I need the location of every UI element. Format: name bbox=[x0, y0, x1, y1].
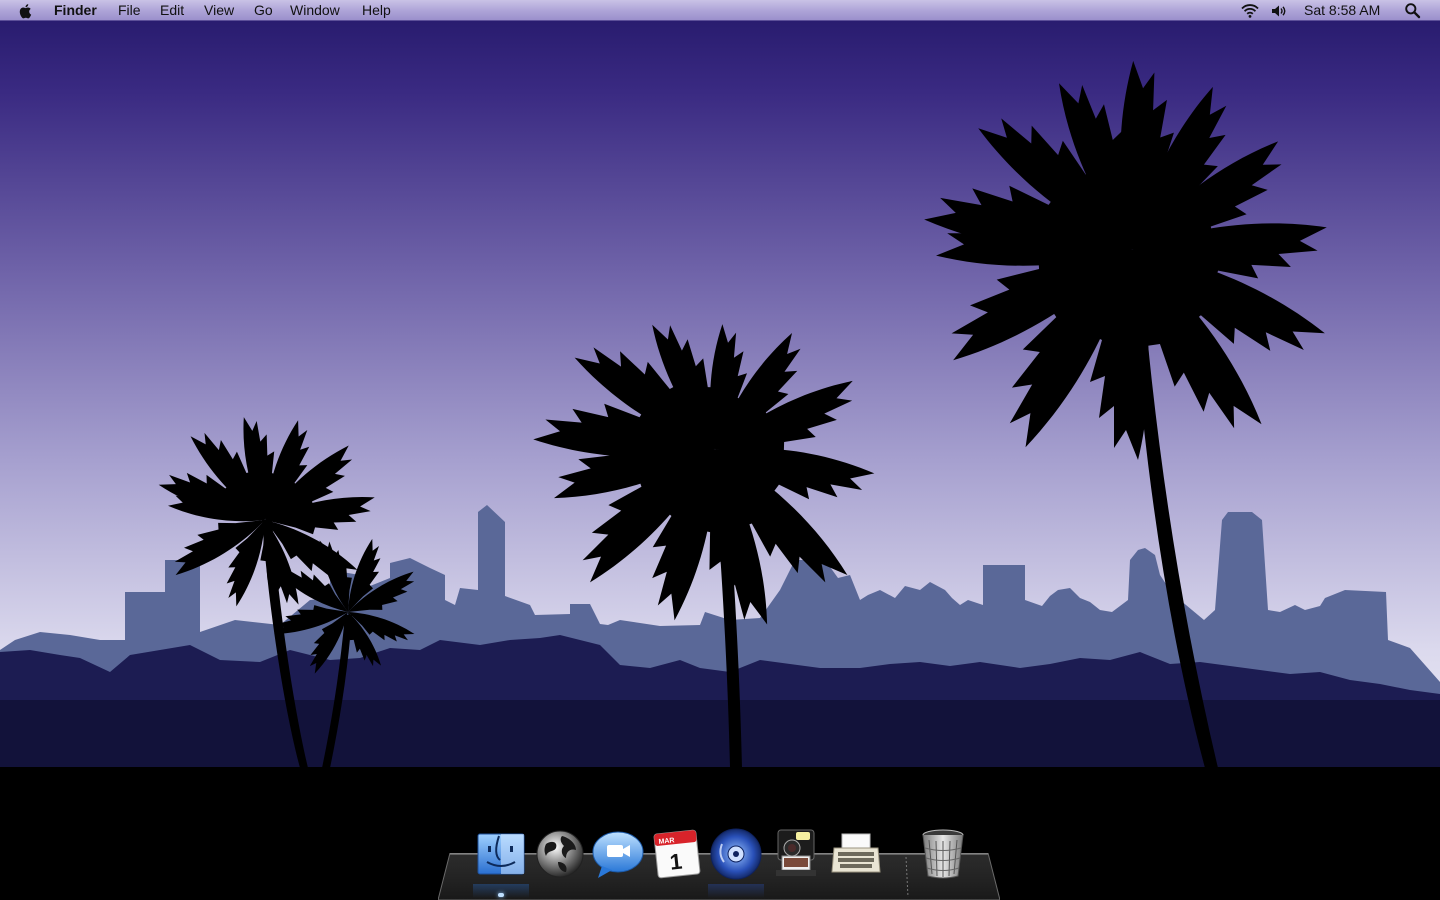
menu-edit[interactable]: Edit bbox=[160, 0, 184, 21]
dock-finder-icon[interactable] bbox=[473, 826, 529, 882]
menu-window[interactable]: Window bbox=[290, 0, 340, 21]
menu-help[interactable]: Help bbox=[362, 0, 391, 21]
menu-bar: Finder File Edit View Go Window Help Sat… bbox=[0, 0, 1440, 21]
dock-ichat-icon[interactable] bbox=[590, 826, 646, 882]
menu-go[interactable]: Go bbox=[254, 0, 273, 21]
desktop-wallpaper bbox=[0, 0, 1440, 900]
volume-icon[interactable] bbox=[1270, 3, 1288, 19]
dock-safari-globe-icon[interactable] bbox=[532, 826, 588, 882]
apple-logo-icon[interactable] bbox=[17, 2, 35, 20]
menu-app-name[interactable]: Finder bbox=[54, 0, 97, 21]
menu-file[interactable]: File bbox=[118, 0, 141, 21]
dock-photo-booth-camera-icon[interactable] bbox=[768, 826, 824, 882]
menu-view[interactable]: View bbox=[204, 0, 234, 21]
dock-textedit-typewriter-icon[interactable] bbox=[828, 826, 884, 882]
ical-day: 1 bbox=[669, 849, 684, 875]
wifi-icon[interactable] bbox=[1240, 2, 1260, 19]
spotlight-search-icon[interactable] bbox=[1404, 2, 1421, 19]
dock-ical-calendar-icon[interactable]: MAR 1 bbox=[649, 826, 705, 882]
dock-reflection bbox=[708, 884, 764, 898]
menu-clock[interactable]: Sat 8:58 AM bbox=[1304, 0, 1380, 21]
dock-trash-icon[interactable] bbox=[915, 826, 971, 882]
finder-running-indicator bbox=[498, 893, 504, 897]
dock-itunes-icon[interactable] bbox=[708, 826, 764, 882]
